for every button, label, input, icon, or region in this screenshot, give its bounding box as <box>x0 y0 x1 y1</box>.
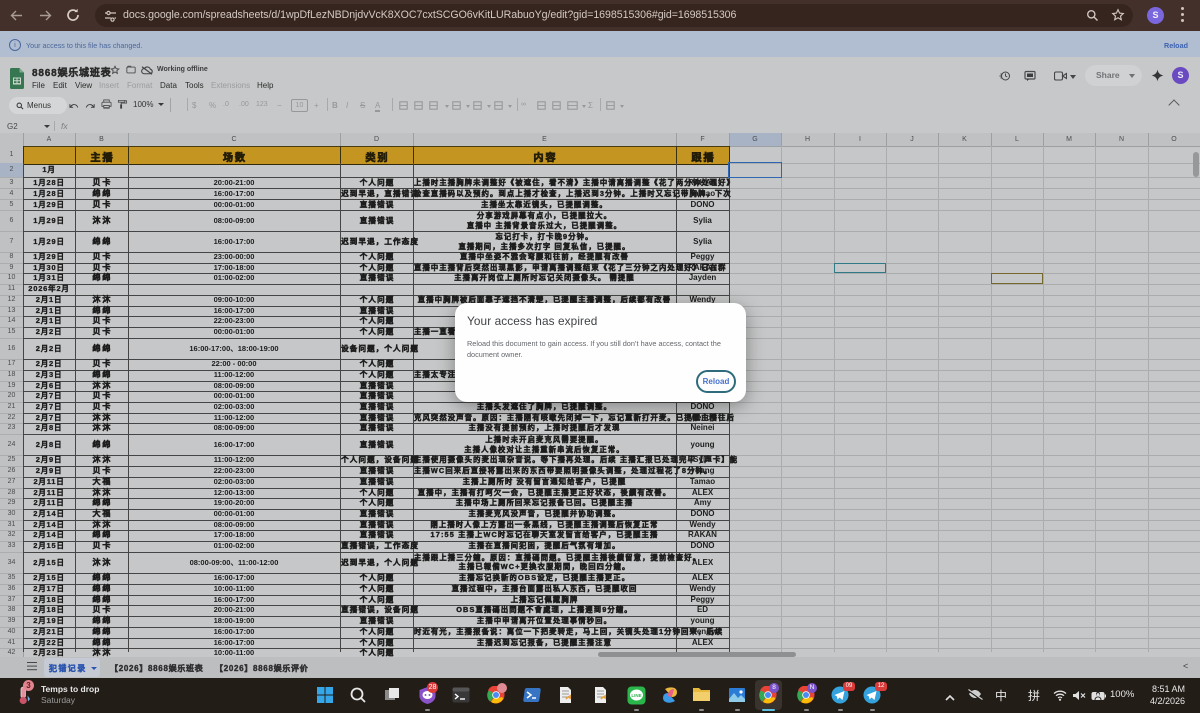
svg-text:LINE: LINE <box>631 693 641 698</box>
